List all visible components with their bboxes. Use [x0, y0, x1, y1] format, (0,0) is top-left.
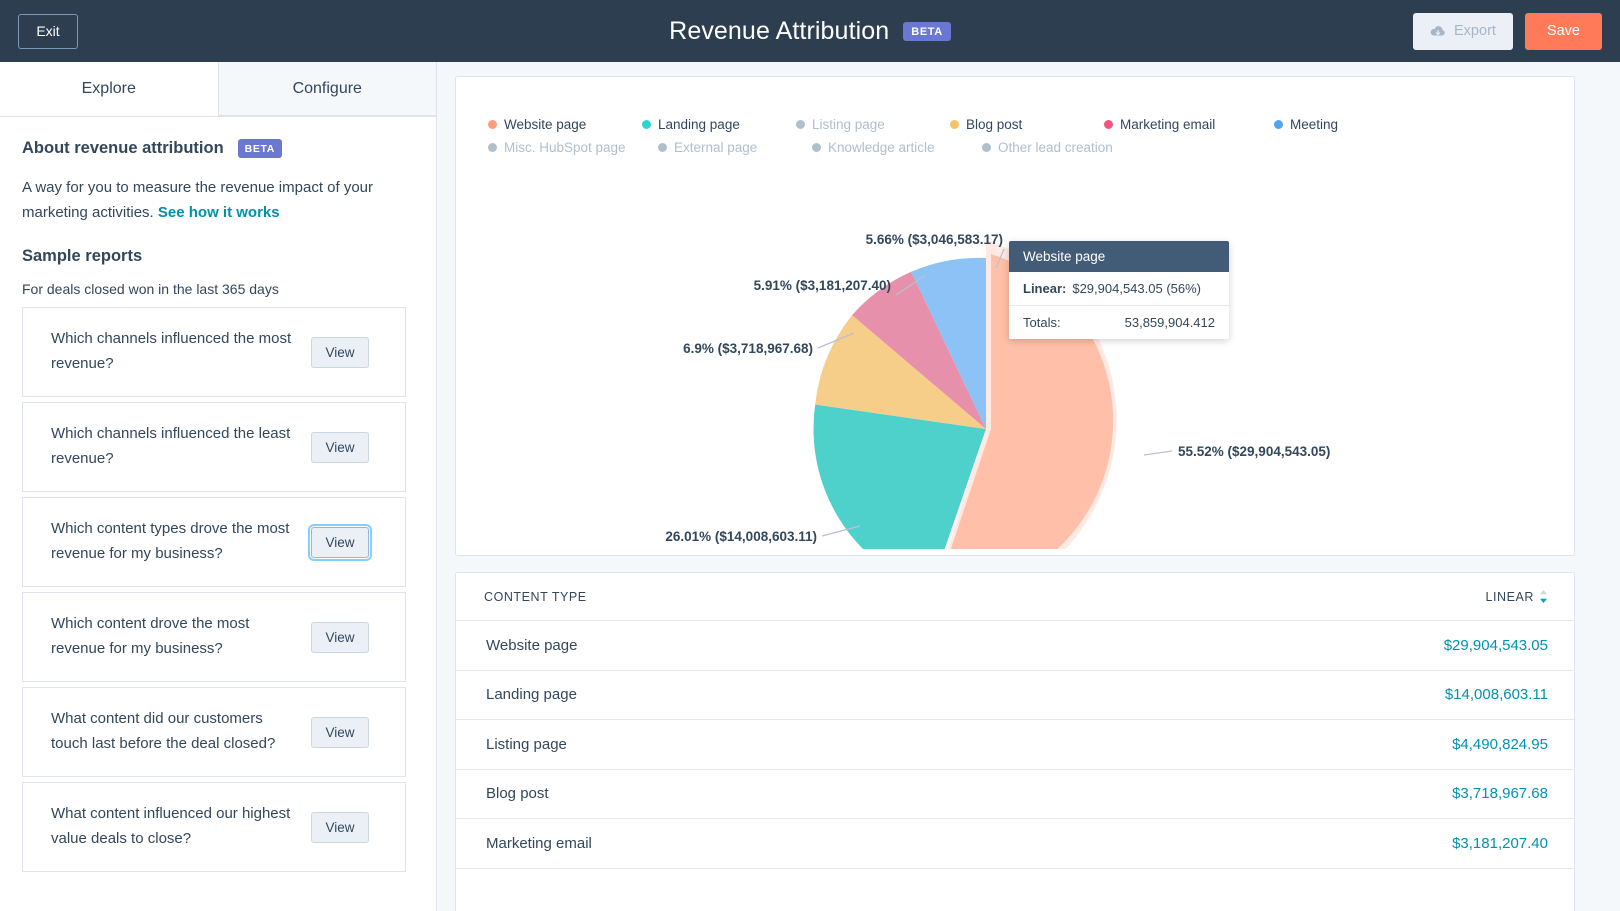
tooltip-totals-key: Totals:: [1023, 315, 1061, 330]
table-row[interactable]: Landing page $14,008,603.11: [456, 670, 1574, 720]
view-report-button[interactable]: View: [311, 621, 369, 653]
table-cell-linear[interactable]: $3,181,207.40: [1452, 835, 1548, 852]
tooltip-linear-key: Linear:: [1023, 281, 1067, 296]
table-cell-content-type: Listing page: [486, 735, 567, 753]
attribution-chart-card: Website page Landing page Listing page Blog…: [455, 76, 1575, 556]
view-report-button[interactable]: View: [308, 523, 372, 561]
main-content: Website page Landing page Listing page Blog…: [437, 62, 1620, 911]
table-cell-content-type: Marketing email: [486, 834, 592, 852]
about-title: About revenue attribution: [22, 139, 224, 157]
column-header-content-type: CONTENT TYPE: [484, 589, 587, 604]
pie-label-meeting: 5.66% ($3,046,583.17): [866, 232, 1003, 247]
sample-reports-title: Sample reports: [22, 247, 143, 266]
view-report-button[interactable]: View: [311, 716, 369, 748]
pie-label-landing-page: 26.01% ($14,008,603.11): [665, 529, 817, 544]
table-cell-linear[interactable]: $29,904,543.05: [1444, 637, 1548, 654]
top-bar: Exit Revenue Attribution BETA Export Sav…: [0, 0, 1620, 62]
table-cell-content-type: Landing page: [486, 686, 577, 704]
table-row[interactable]: Website page $29,904,543.05: [456, 621, 1574, 671]
table-header-row: CONTENT TYPE LINEAR: [456, 573, 1574, 621]
view-report-button[interactable]: View: [311, 431, 369, 463]
sample-report-list: Which channels influenced the most reven…: [22, 307, 406, 873]
tooltip-totals-value: 53,859,904.412: [1124, 315, 1215, 330]
exit-button[interactable]: Exit: [18, 13, 78, 49]
sample-report-question: Which content types drove the most reven…: [51, 520, 290, 563]
export-label: Export: [1454, 23, 1496, 39]
sample-reports-subtitle: For deals closed won in the last 365 day…: [22, 281, 279, 298]
tooltip-header: Website page: [1009, 241, 1229, 272]
sample-report-card[interactable]: What content influenced our highest valu…: [22, 782, 406, 873]
save-button[interactable]: Save: [1524, 12, 1602, 50]
column-header-linear-label: LINEAR: [1485, 589, 1534, 604]
title-group: Revenue Attribution BETA: [0, 0, 1620, 62]
sample-report-question: What content did our customers touch las…: [51, 710, 276, 753]
tab-bar: Explore Configure: [0, 62, 436, 117]
left-panel: Explore Configure About revenue attribut…: [0, 62, 437, 911]
about-description: A way for you to measure the revenue imp…: [22, 175, 394, 225]
about-beta-badge: BETA: [237, 139, 282, 158]
panel-body: About revenue attribution BETA A way for…: [0, 117, 436, 873]
pie-chart-svg: 5.66% ($3,046,583.17) 5.91% ($3,181,207.…: [665, 232, 1330, 549]
cloud-download-icon: [1430, 25, 1446, 38]
attribution-table-card: CONTENT TYPE LINEAR Website page $29,904,…: [455, 572, 1575, 911]
beta-badge: BETA: [903, 21, 951, 41]
pie-label-blog-post: 6.9% ($3,718,967.68): [683, 341, 813, 356]
page-title: Revenue Attribution: [669, 16, 890, 45]
tab-configure[interactable]: Configure: [217, 62, 436, 116]
sample-report-question: What content influenced our highest valu…: [51, 805, 291, 848]
sort-arrows-icon: [1539, 590, 1548, 603]
table-cell-content-type: Blog post: [486, 785, 549, 803]
table-cell-content-type: Website page: [486, 636, 578, 654]
view-report-button[interactable]: View: [311, 811, 369, 843]
table-row[interactable]: Listing page $4,490,824.95: [456, 720, 1574, 770]
pie-label-marketing-email: 5.91% ($3,181,207.40): [754, 278, 891, 293]
about-header: About revenue attribution BETA: [22, 139, 406, 158]
pie-label-website-page: 55.52% ($29,904,543.05): [1178, 444, 1330, 459]
table-cell-linear[interactable]: $3,718,967.68: [1452, 785, 1548, 802]
sample-report-question: Which channels influenced the most reven…: [51, 330, 292, 373]
topbar-actions: Export Save: [1413, 0, 1602, 62]
see-how-it-works-link[interactable]: See how it works: [158, 204, 280, 221]
pie-chart: 5.66% ($3,046,583.17) 5.91% ($3,181,207.…: [456, 99, 1556, 549]
export-button[interactable]: Export: [1413, 12, 1513, 50]
sample-report-card[interactable]: Which channels influenced the most reven…: [22, 307, 406, 398]
tooltip-linear-value: $29,904,543.05 (56%): [1072, 281, 1201, 296]
view-report-button[interactable]: View: [311, 336, 369, 368]
sample-report-card[interactable]: Which channels influenced the least reve…: [22, 402, 406, 493]
sample-report-question: Which channels influenced the least reve…: [51, 425, 291, 468]
sample-report-question: Which content drove the most revenue for…: [51, 615, 250, 658]
table-cell-linear[interactable]: $4,490,824.95: [1452, 736, 1548, 753]
column-header-linear[interactable]: LINEAR: [1486, 590, 1548, 604]
tooltip-linear-row: Linear: $29,904,543.05 (56%): [1009, 272, 1229, 305]
sample-report-card[interactable]: Which content types drove the most reven…: [22, 497, 406, 588]
table-row[interactable]: Blog post $3,718,967.68: [456, 769, 1574, 819]
sample-report-card[interactable]: Which content drove the most revenue for…: [22, 592, 406, 683]
table-body: Website page $29,904,543.05 Landing page $1…: [456, 621, 1574, 869]
chart-tooltip: Website page Linear: $29,904,543.05 (56%…: [1009, 241, 1229, 339]
tooltip-totals-row: Totals: 53,859,904.412: [1009, 305, 1229, 339]
tab-explore[interactable]: Explore: [0, 62, 218, 116]
table-cell-linear[interactable]: $14,008,603.11: [1445, 686, 1548, 703]
table-row[interactable]: Marketing email $3,181,207.40: [456, 819, 1574, 869]
sample-report-card[interactable]: What content did our customers touch las…: [22, 687, 406, 778]
